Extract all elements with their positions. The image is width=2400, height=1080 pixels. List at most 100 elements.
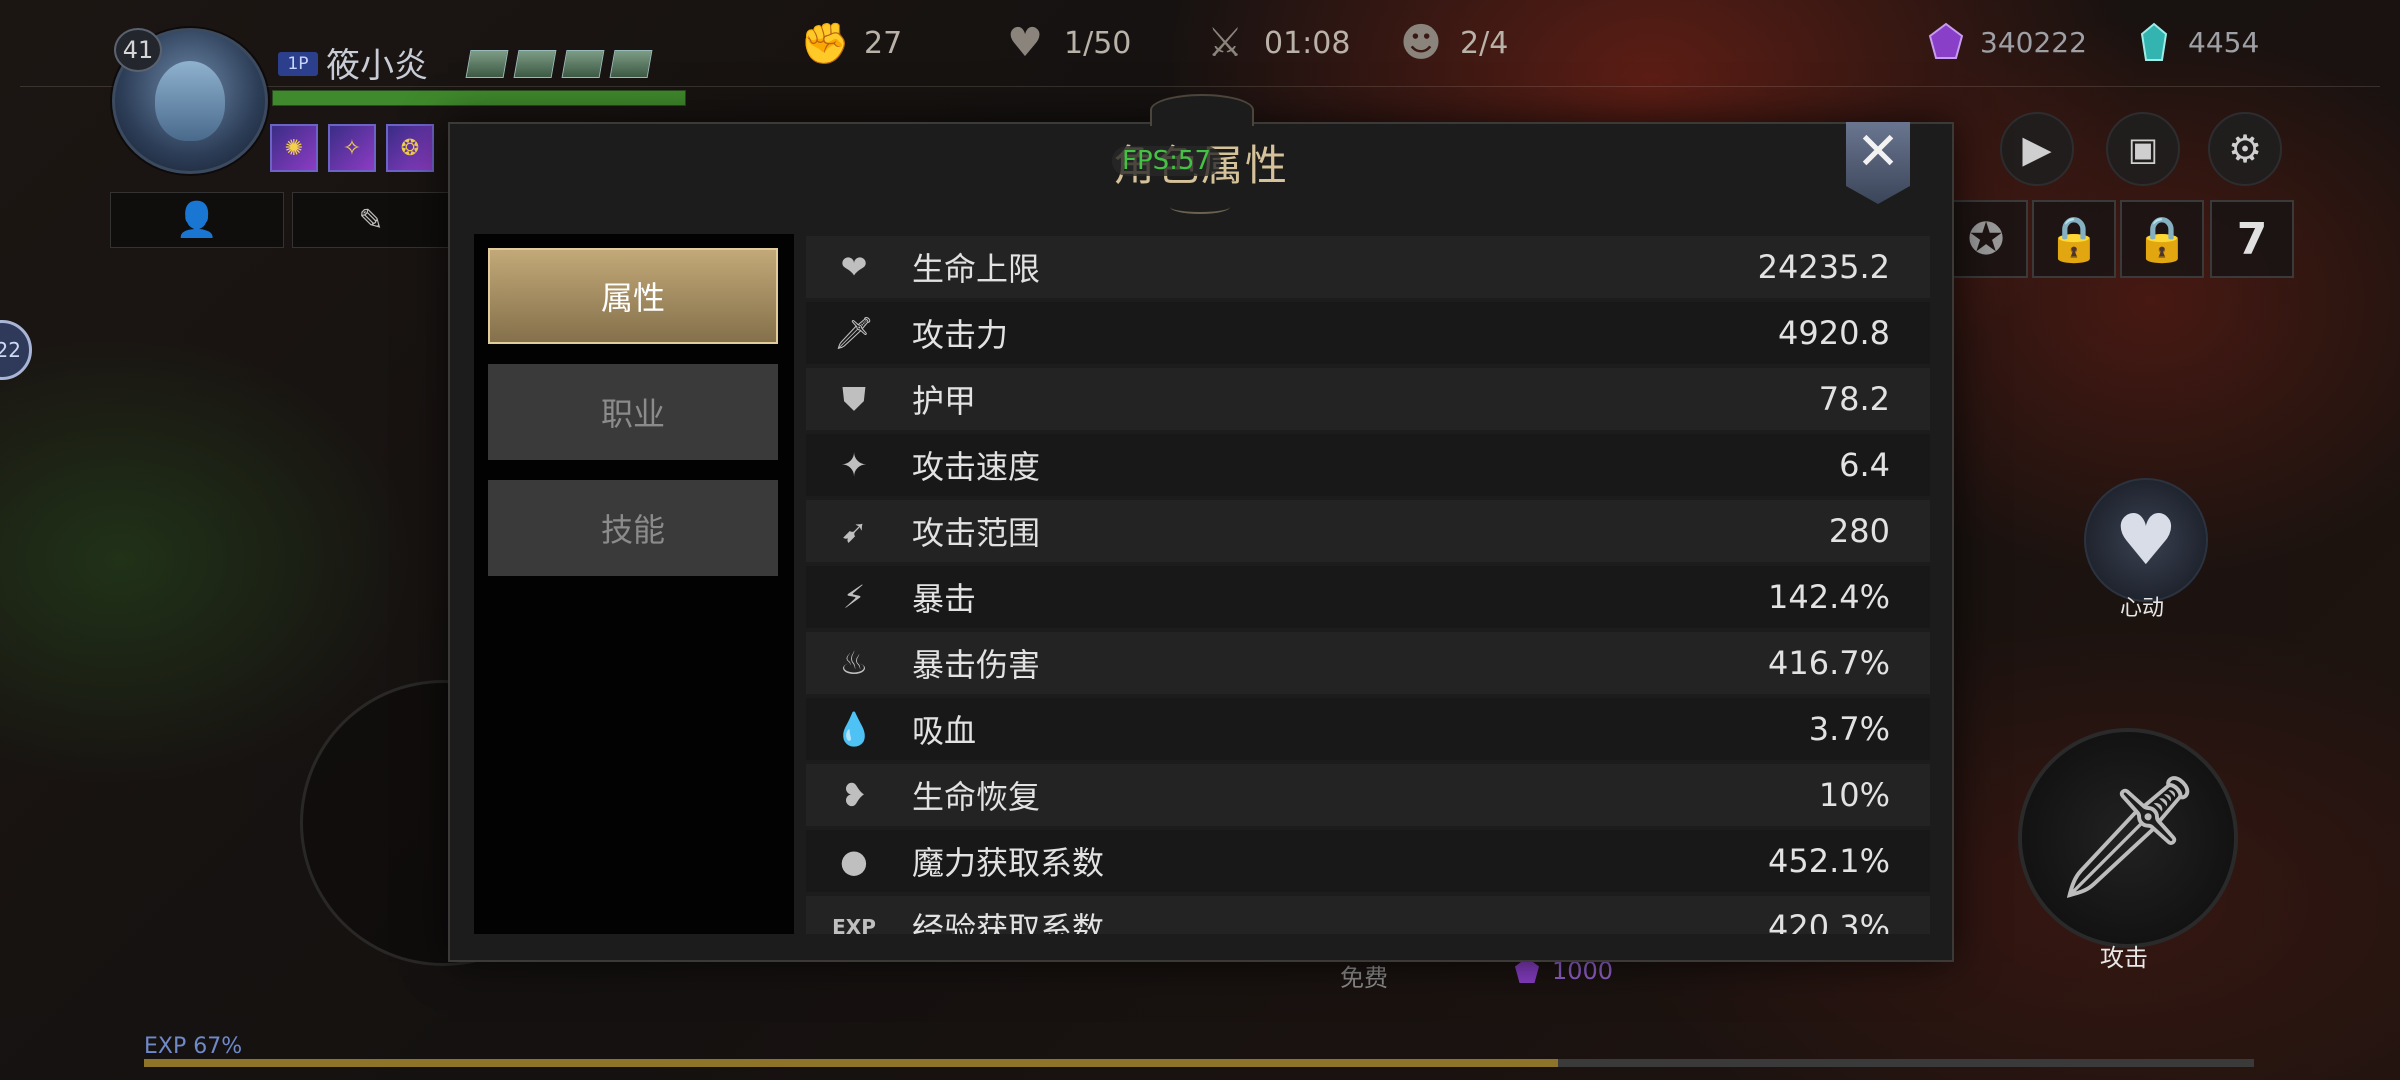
play-button[interactable]: ▶: [2000, 112, 2074, 186]
buff-icon: [513, 50, 557, 78]
player-name: 筱小炎: [326, 46, 428, 86]
heart-icon: ❤: [840, 248, 868, 286]
player-tag: 1P: [278, 52, 318, 76]
attribute-value: 24235.2: [1757, 248, 1890, 286]
range-sword-icon: ➹: [840, 512, 868, 550]
gear-icon: ⚙: [2227, 127, 2263, 171]
kill-count: ✊ 27: [800, 18, 902, 68]
attribute-row: ❤ 生命上限 24235.2: [806, 236, 1930, 298]
heart-button[interactable]: ♥: [2084, 478, 2208, 602]
attack-button-label: 攻击: [2100, 944, 2148, 972]
buff-icon: [609, 50, 653, 78]
locked-slot[interactable]: 🔒: [2032, 200, 2116, 278]
attribute-label: 暴击: [912, 580, 977, 618]
attribute-label: 攻击速度: [912, 448, 1041, 486]
tab-class[interactable]: 职业: [488, 364, 778, 460]
battle-timer: ⚔ 01:08: [1200, 18, 1350, 68]
crossed-swords-icon: ⚔: [1207, 20, 1243, 66]
settings-button[interactable]: ⚙: [2208, 112, 2282, 186]
title-ornament: [1150, 94, 1254, 126]
attribute-row: ⚡ 暴击 142.4%: [806, 566, 1930, 628]
attack-button[interactable]: 🗡: [2018, 728, 2238, 948]
crystal-currency: 4454: [2134, 22, 2259, 62]
battle-timer-value: 01:08: [1264, 25, 1351, 61]
person-icon: 👤: [175, 200, 219, 240]
monitor-gear-icon: ▣: [2127, 130, 2159, 168]
feather-icon: ✎: [358, 202, 384, 238]
quick-slot-7[interactable]: 7: [2210, 200, 2294, 278]
emblem-slot[interactable]: ✪: [1944, 200, 2028, 278]
attribute-row: ● 魔力获取系数 452.1%: [806, 830, 1930, 892]
character-slot[interactable]: 👤: [110, 192, 284, 248]
equipment-slot[interactable]: ✎: [292, 192, 450, 248]
heart-plus-icon: ❥: [840, 776, 868, 814]
attribute-row: EXP 经验获取系数 420.3%: [806, 896, 1930, 934]
critical-icon: ⚡: [842, 578, 866, 616]
skill-icon[interactable]: ✺: [270, 124, 318, 172]
boss-count: ☻ 2/4: [1396, 18, 1508, 68]
sword-icon: 🗡: [2051, 768, 2205, 907]
locked-slot[interactable]: 🔒: [2120, 200, 2204, 278]
gem-currency: 340222: [1926, 22, 2087, 62]
purple-gem-icon: [1928, 22, 1964, 59]
boss-count-value: 2/4: [1460, 25, 1509, 61]
wing-icon: ✦: [840, 446, 868, 484]
drop-icon: 💧: [834, 710, 874, 748]
fist-icon: ✊: [800, 20, 850, 67]
skill-icon[interactable]: ✧: [328, 124, 376, 172]
player-level-badge: 41: [114, 28, 162, 72]
attribute-row: ➹ 攻击范围 280: [806, 500, 1930, 562]
tab-skills[interactable]: 技能: [488, 480, 778, 576]
fps-counter: FPS:57: [1112, 146, 1221, 176]
emblem-icon: ✪: [1967, 213, 2005, 265]
attribute-value: 452.1%: [1767, 842, 1890, 880]
flame-icon: ♨: [839, 644, 869, 682]
player-hp-bar: [272, 90, 686, 106]
shield-icon: ⛊: [841, 379, 866, 418]
character-attributes-dialog: 角色属性 FPS:57 ✕ 属性 职业 技能 ❤生命上限24235.2🗡攻击力4…: [448, 94, 1954, 962]
life-count: ♥ 1/50: [1000, 18, 1131, 68]
attribute-label: 暴击伤害: [912, 646, 1041, 684]
lock-icon: 🔒: [2134, 214, 2190, 265]
attribute-value: 142.4%: [1767, 578, 1890, 616]
exp-bar: [144, 1059, 2254, 1067]
display-settings-button[interactable]: ▣: [2106, 112, 2180, 186]
attribute-value: 10%: [1818, 776, 1890, 814]
exp-bar-fill: [144, 1059, 1558, 1067]
heartbeat-icon: ♥: [1007, 20, 1043, 66]
attribute-label: 护甲: [912, 382, 977, 420]
exp-icon: EXP: [832, 915, 876, 934]
buff-icon: [465, 50, 509, 78]
attribute-value: 416.7%: [1767, 644, 1890, 682]
buff-icon: [561, 50, 605, 78]
attribute-value: 6.4: [1839, 446, 1890, 484]
attribute-label: 经验获取系数: [912, 910, 1105, 934]
attribute-list[interactable]: ❤ 生命上限 24235.2 🗡 攻击力 4920.8 ⛊ 护甲 78.2 ✦ 攻击速度 6.4 ➹ 攻击…: [806, 234, 1930, 934]
heart-icon: ♥: [2114, 499, 2178, 581]
kill-count-value: 27: [864, 25, 903, 61]
exp-label: EXP 67%: [144, 1034, 243, 1059]
attribute-row: ✦ 攻击速度 6.4: [806, 434, 1930, 496]
heart-button-label: 心动: [2120, 596, 2165, 621]
avatar-portrait: [155, 61, 225, 141]
play-icon: ▶: [2022, 127, 2052, 171]
attribute-label: 魔力获取系数: [912, 844, 1105, 882]
tab-attributes[interactable]: 属性: [488, 248, 778, 344]
crystal-icon: [2140, 22, 2168, 61]
attribute-label: 攻击范围: [912, 514, 1041, 552]
buff-icons: [465, 50, 653, 78]
attribute-label: 吸血: [912, 712, 977, 750]
skill-icon[interactable]: ❂: [386, 124, 434, 172]
attribute-value: 78.2: [1818, 380, 1890, 418]
mana-orb-icon: ●: [840, 842, 868, 880]
attribute-row: 💧 吸血 3.7%: [806, 698, 1930, 760]
attribute-label: 生命上限: [912, 250, 1041, 288]
demon-mask-icon: ☻: [1400, 20, 1442, 66]
crystal-currency-value: 4454: [2188, 25, 2260, 59]
side-badge[interactable]: 22: [0, 320, 32, 380]
attribute-row: 🗡 攻击力 4920.8: [806, 302, 1930, 364]
title-underline-ornament: [1170, 200, 1230, 214]
attribute-value: 4920.8: [1778, 314, 1890, 352]
free-label: 免费: [1340, 964, 1388, 992]
attribute-row: ♨ 暴击伤害 416.7%: [806, 632, 1930, 694]
